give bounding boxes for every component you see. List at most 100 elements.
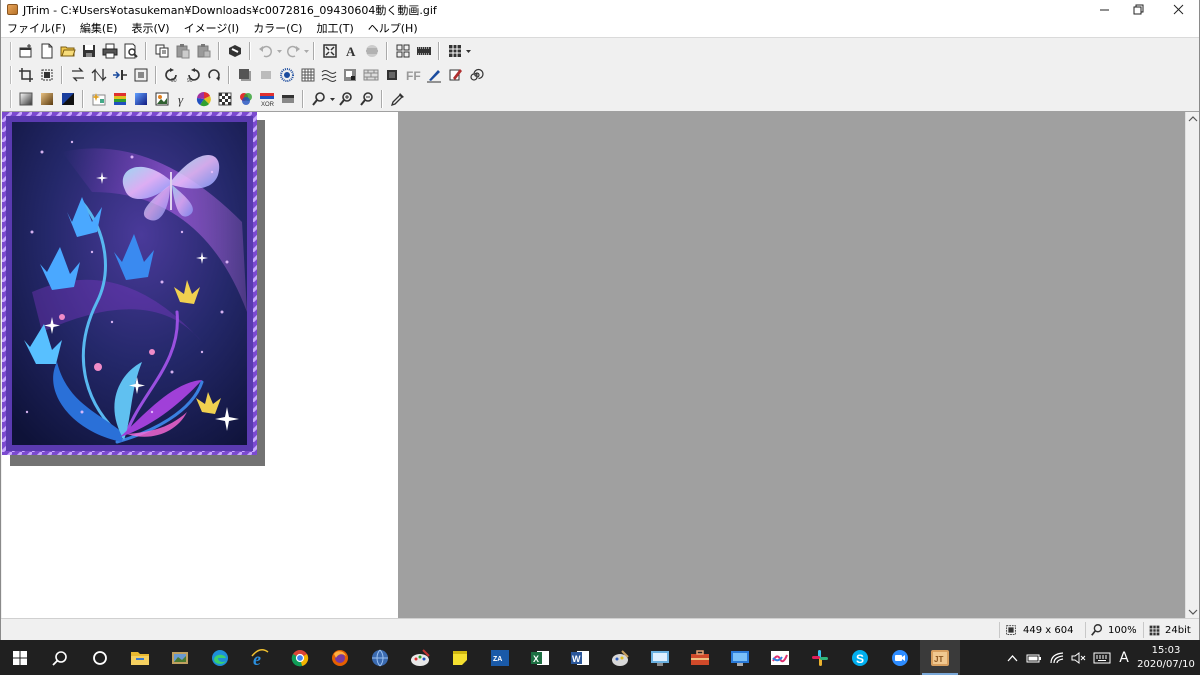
- menu-color[interactable]: カラー(C): [253, 20, 302, 36]
- brick-button[interactable]: [360, 65, 381, 85]
- emboss-button[interactable]: [339, 65, 360, 85]
- undo-button[interactable]: [255, 41, 276, 61]
- flip-horizontal-button[interactable]: [67, 65, 88, 85]
- grid-menu-button[interactable]: [444, 41, 465, 61]
- eyedropper-button[interactable]: [387, 89, 408, 109]
- taskbar-whiteboard[interactable]: [760, 640, 800, 675]
- menu-file[interactable]: ファイル(F): [7, 20, 66, 36]
- taskbar-slack[interactable]: [800, 640, 840, 675]
- new-button[interactable]: [36, 41, 57, 61]
- canvas-button[interactable]: [130, 65, 151, 85]
- taskbar-skype[interactable]: S: [840, 640, 880, 675]
- taskbar-edge[interactable]: [200, 640, 240, 675]
- batch-button[interactable]: [224, 41, 245, 61]
- menu-image[interactable]: イメージ(I): [184, 20, 240, 36]
- checker-button[interactable]: [214, 89, 235, 109]
- ff-button[interactable]: FF: [402, 65, 423, 85]
- zoom-menu-button[interactable]: [308, 89, 329, 109]
- scroll-up-icon[interactable]: [1186, 112, 1200, 126]
- rotate-button[interactable]: [203, 65, 224, 85]
- taskbar-internet-explorer[interactable]: e: [240, 640, 280, 675]
- toolbar-grip[interactable]: [10, 90, 12, 108]
- rotate-right-button[interactable]: 90: [182, 65, 203, 85]
- taskbar-jtrim[interactable]: JT: [920, 640, 960, 675]
- tray-network[interactable]: [1046, 640, 1068, 675]
- taskbar-zoom[interactable]: [880, 640, 920, 675]
- gray-bar-button[interactable]: [277, 89, 298, 109]
- save-button[interactable]: [78, 41, 99, 61]
- search-button[interactable]: [40, 640, 80, 675]
- pen-button[interactable]: [423, 65, 444, 85]
- toolbar-grip[interactable]: [10, 66, 12, 84]
- taskbar-briefcase[interactable]: [680, 640, 720, 675]
- spiral-button[interactable]: [465, 65, 486, 85]
- minimize-button[interactable]: [1087, 0, 1121, 19]
- border-button[interactable]: [255, 65, 276, 85]
- paste-new-button[interactable]: [193, 41, 214, 61]
- flip-vertical-button[interactable]: [88, 65, 109, 85]
- jtrim-app-icon[interactable]: [7, 4, 18, 15]
- zoom-out-button[interactable]: [356, 89, 377, 109]
- title-bar[interactable]: JTrim - C:¥Users¥otasukeman¥Downloads¥c0…: [1, 0, 1199, 19]
- tray-battery[interactable]: [1023, 640, 1045, 675]
- menu-help[interactable]: ヘルプ(H): [368, 20, 418, 36]
- text-button[interactable]: A: [340, 41, 361, 61]
- paste-button[interactable]: [172, 41, 193, 61]
- rotate-left-button[interactable]: 90: [161, 65, 182, 85]
- scroll-down-icon[interactable]: [1186, 605, 1200, 619]
- close-button[interactable]: [1161, 0, 1195, 19]
- taskbar-sticky-notes[interactable]: [440, 640, 480, 675]
- new-window-button[interactable]: [15, 41, 36, 61]
- restore-button[interactable]: [1121, 0, 1155, 19]
- color-bars-button[interactable]: [109, 89, 130, 109]
- menu-edit[interactable]: 編集(E): [80, 20, 118, 36]
- taskbar-excel[interactable]: X: [520, 640, 560, 675]
- taskbar-globe[interactable]: [360, 640, 400, 675]
- shadow-button[interactable]: [234, 65, 255, 85]
- grid-menu-dropdown[interactable]: [465, 41, 471, 61]
- taskbar-word[interactable]: W: [560, 640, 600, 675]
- taskbar-photos[interactable]: [160, 640, 200, 675]
- taskbar-file-explorer[interactable]: [120, 640, 160, 675]
- mirror-button[interactable]: [109, 65, 130, 85]
- frame-button[interactable]: [361, 41, 382, 61]
- open-button[interactable]: [57, 41, 78, 61]
- taskbar-clock[interactable]: 15:03 2020/07/10: [1132, 640, 1200, 675]
- blue-gradient-button[interactable]: [130, 89, 151, 109]
- taskbar-mail-app[interactable]: ZA: [480, 640, 520, 675]
- fit-button[interactable]: [319, 41, 340, 61]
- print-preview-button[interactable]: [120, 41, 141, 61]
- resize-button[interactable]: [36, 65, 57, 85]
- crop-button[interactable]: [15, 65, 36, 85]
- taskbar-paint-palette[interactable]: [600, 640, 640, 675]
- tray-chevron[interactable]: [1002, 640, 1022, 675]
- xor-button[interactable]: XOR: [256, 89, 277, 109]
- taskbar-remote-desktop[interactable]: [720, 640, 760, 675]
- zoom-in-button[interactable]: [335, 89, 356, 109]
- tray-keyboard[interactable]: [1090, 640, 1114, 675]
- tile-button[interactable]: [392, 41, 413, 61]
- toolbar-grip[interactable]: [10, 42, 12, 60]
- redo-dropdown[interactable]: [303, 41, 309, 61]
- color-wheel-button[interactable]: [193, 89, 214, 109]
- start-button[interactable]: [0, 640, 40, 675]
- square-button[interactable]: [381, 65, 402, 85]
- redo-button[interactable]: [282, 41, 303, 61]
- sunburst-button[interactable]: [276, 65, 297, 85]
- tray-ime[interactable]: A: [1114, 640, 1134, 675]
- sparkle-button[interactable]: [88, 89, 109, 109]
- wave-button[interactable]: [318, 65, 339, 85]
- taskbar-chrome[interactable]: [280, 640, 320, 675]
- menu-view[interactable]: 表示(V): [131, 20, 169, 36]
- taskbar-firefox[interactable]: [320, 640, 360, 675]
- print-button[interactable]: [99, 41, 120, 61]
- taskbar-paint[interactable]: [400, 640, 440, 675]
- eraser-button[interactable]: [444, 65, 465, 85]
- strip-button[interactable]: [413, 41, 434, 61]
- vertical-scrollbar[interactable]: [1185, 112, 1199, 619]
- tray-volume[interactable]: [1068, 640, 1090, 675]
- taskbar-monitor-app[interactable]: [640, 640, 680, 675]
- task-view-button[interactable]: [80, 640, 120, 675]
- copy-button[interactable]: [151, 41, 172, 61]
- rgb-button[interactable]: [235, 89, 256, 109]
